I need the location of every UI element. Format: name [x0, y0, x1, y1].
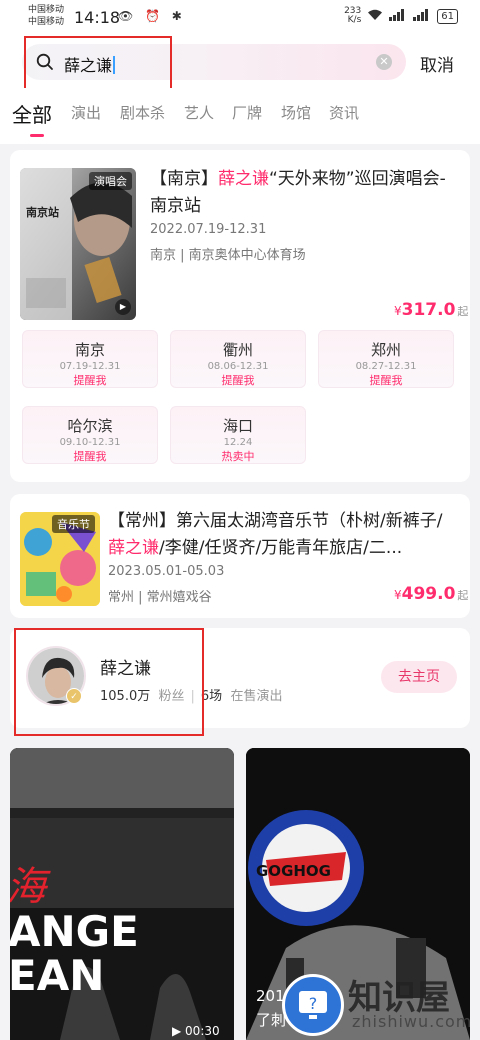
stage-script-text: 海: [10, 864, 46, 910]
poster-caption: 南京站: [26, 206, 59, 219]
event-venue: 常州 | 常州嬉戏谷: [108, 590, 212, 605]
video-duration: ▶ 00:30: [172, 1024, 220, 1038]
status-icons: 👁 ⏰ ✱: [118, 9, 186, 23]
search-icon: [36, 53, 53, 70]
stage-sign-text: ANGE EAN: [10, 907, 139, 1000]
category-tag: 演唱会: [89, 172, 132, 190]
city-option[interactable]: 海口 12.24 热卖中: [170, 406, 306, 464]
tab-all[interactable]: 全部: [12, 99, 52, 128]
go-to-homepage-button[interactable]: 去主页: [381, 661, 457, 693]
shows-count: 6场: [200, 689, 223, 704]
battery-icon: 61: [437, 8, 458, 24]
event-price: ¥317.0 起: [394, 300, 469, 320]
svg-text:?: ?: [309, 994, 318, 1013]
tab-labels[interactable]: 厂牌: [232, 102, 262, 123]
shows-label: 在售演出: [230, 689, 283, 704]
wifi-icon: [367, 9, 383, 24]
cancel-button[interactable]: 取消: [420, 51, 454, 76]
event-card[interactable]: 音乐节 【常州】第六届太湖湾音乐节（朴树/新裤子/薛之谦/李健/任贤齐/万能青年…: [10, 494, 470, 618]
watermark-url: zhishiwu.com: [352, 1012, 473, 1031]
clock: 14:18: [74, 8, 121, 27]
verified-badge-icon: ✓: [66, 688, 82, 704]
category-tag: 音乐节: [52, 515, 95, 533]
event-card[interactable]: 南京站 演唱会 ▶ 【南京】薛之谦“天外来物”巡回演唱会-南京站 2022.07…: [10, 150, 470, 482]
net-speed: 233 K/s: [344, 6, 362, 25]
artist-stats: 105.0万 粉丝 | 6场 在售演出: [100, 689, 283, 704]
event-title[interactable]: 【常州】第六届太湖湾音乐节（朴树/新裤子/薛之谦/李健/任贤齐/万能青年旅店/二…: [108, 508, 458, 562]
clear-icon[interactable]: ✕: [376, 54, 392, 70]
tab-news[interactable]: 资讯: [329, 102, 359, 123]
feed-item-video[interactable]: 海 ANGE EAN: [10, 748, 234, 1040]
stage-logo-text: GOGHOG: [256, 862, 331, 880]
active-tab-indicator: [30, 134, 44, 137]
signal-icon: [413, 8, 431, 24]
fans-count: 105.0万: [100, 689, 151, 704]
tab-venues[interactable]: 场馆: [281, 102, 311, 123]
city-option[interactable]: 衢州 08.06-12.31 提醒我: [170, 330, 306, 388]
tab-script-games[interactable]: 剧本杀: [120, 102, 165, 123]
poster-image: [20, 168, 136, 320]
signal-icon: [389, 8, 407, 24]
search-input[interactable]: 薛之谦 ✕: [22, 44, 406, 80]
fans-label: 粉丝: [158, 689, 185, 704]
city-option[interactable]: 郑州 08.27-12.31 提醒我: [318, 330, 454, 388]
event-price: ¥499.0 起: [394, 584, 469, 604]
search-header: 薛之谦 ✕ 取消: [0, 34, 480, 88]
event-venue: 南京 | 南京奥体中心体育场: [150, 248, 306, 263]
event-poster[interactable]: 音乐节: [20, 512, 100, 606]
search-query: 薛之谦: [64, 52, 116, 76]
tab-shows[interactable]: 演出: [71, 102, 101, 123]
carrier-label: 中国移动: [28, 17, 65, 27]
city-option[interactable]: 南京 07.19-12.31 提醒我: [22, 330, 158, 388]
tab-artists[interactable]: 艺人: [184, 102, 214, 123]
city-option[interactable]: 哈尔滨 09.10-12.31 提醒我: [22, 406, 158, 464]
event-poster[interactable]: 南京站 演唱会 ▶: [20, 168, 136, 320]
watermark-logo-icon: ?: [282, 974, 344, 1036]
carrier-label: 中国移动: [28, 5, 65, 15]
category-tabs: 全部 演出 剧本杀 艺人 厂牌 场馆 资讯: [0, 88, 480, 144]
event-title[interactable]: 【南京】薛之谦“天外来物”巡回演唱会-南京站: [150, 166, 456, 220]
artist-name[interactable]: 薛之谦: [100, 654, 151, 679]
status-bar: 中国移动 中国移动 14:18 👁 ⏰ ✱ 233 K/s 61: [0, 0, 480, 34]
event-dates: 2023.05.01-05.03: [108, 564, 225, 579]
site-watermark: ? 知识屋 zhishiwu.com: [282, 970, 472, 1036]
event-dates: 2022.07.19-12.31: [150, 222, 267, 237]
play-icon: ▶: [115, 299, 131, 315]
status-right: 233 K/s 61: [344, 7, 458, 25]
text-caret: [113, 56, 116, 74]
